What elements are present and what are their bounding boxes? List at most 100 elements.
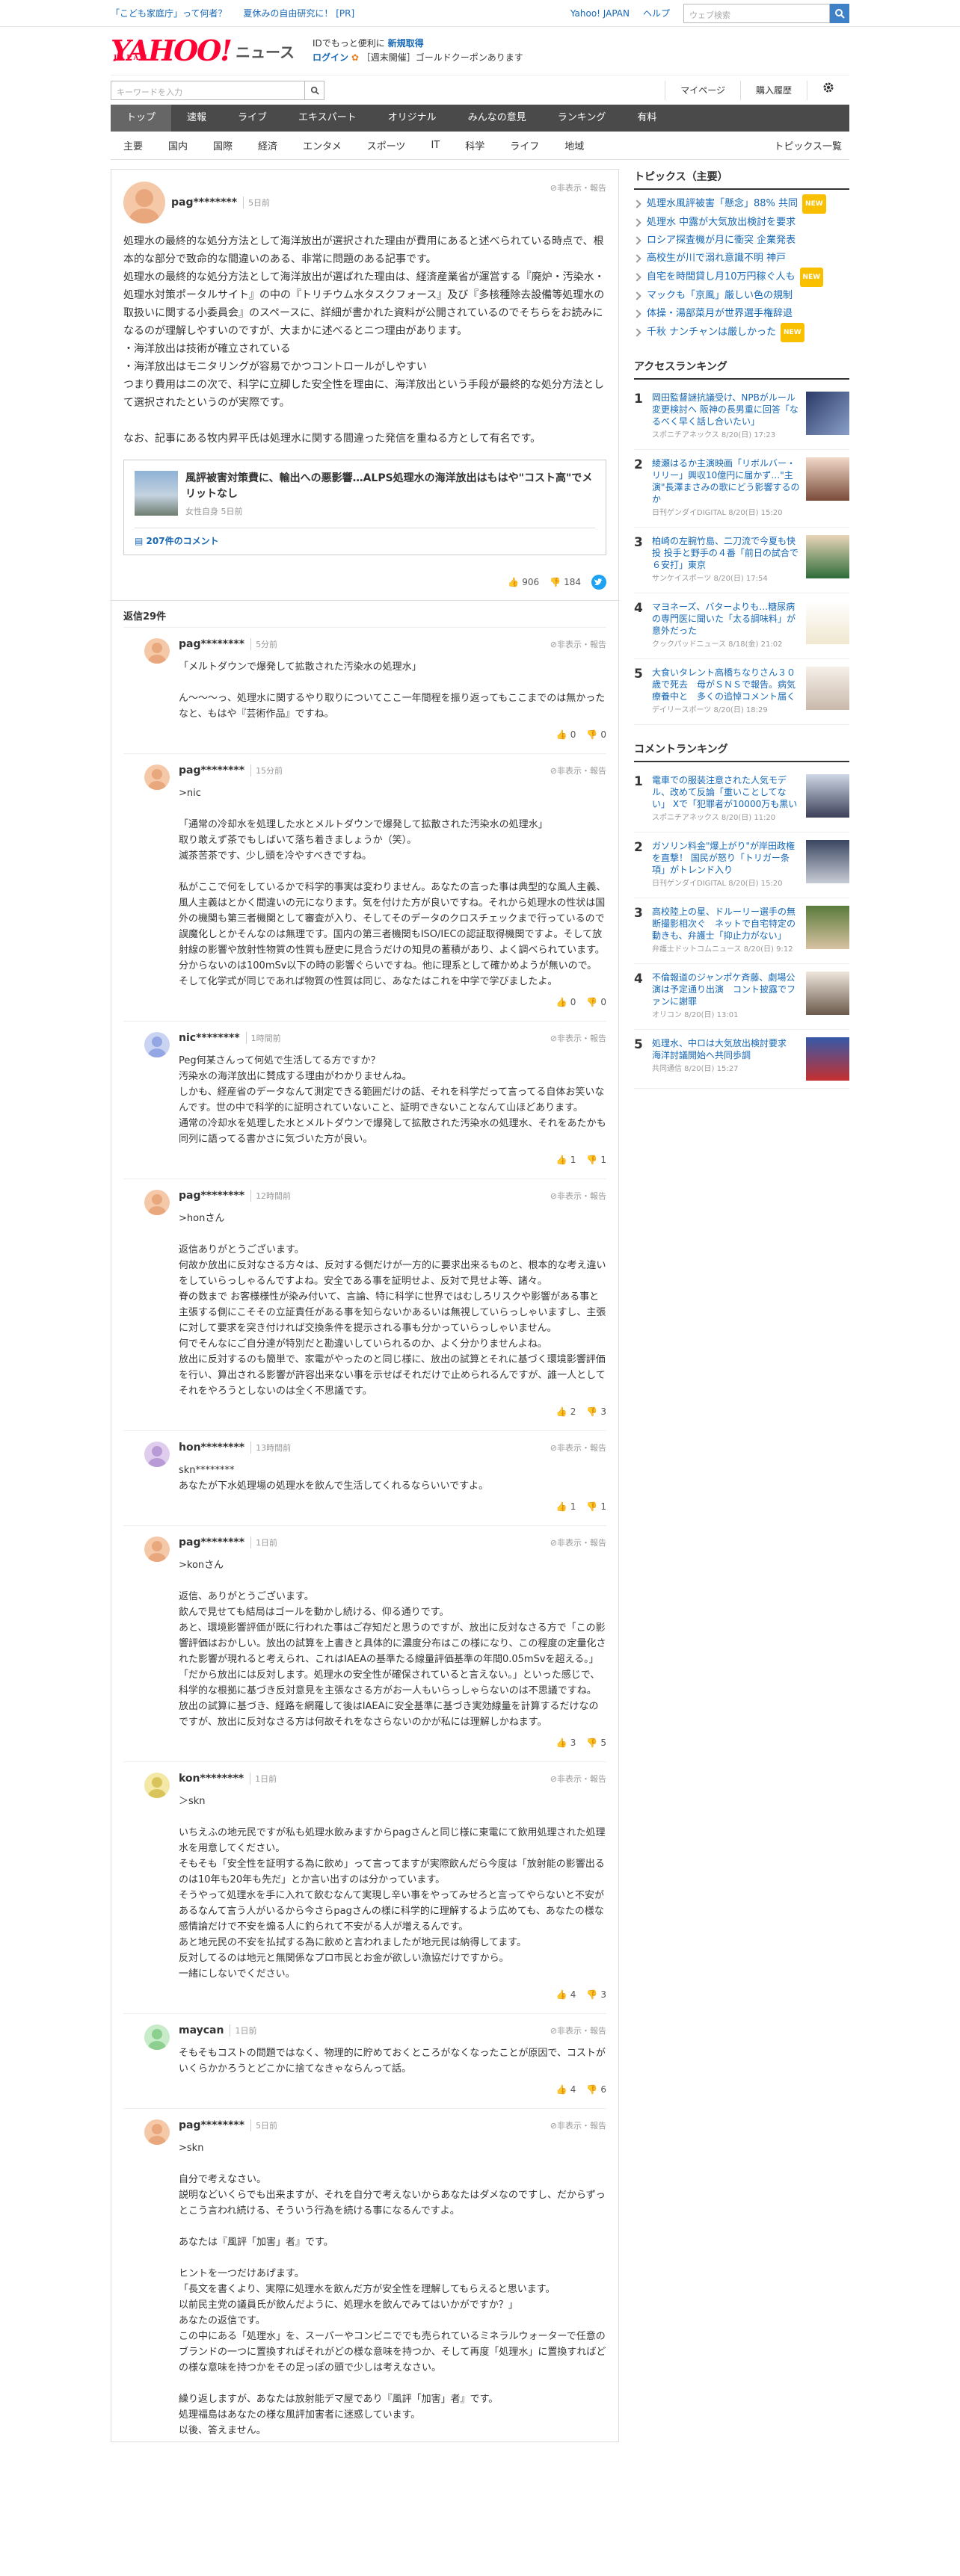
yahoo-logo[interactable]: YAHOO! JAPAN	[111, 37, 233, 65]
cat-science[interactable]: 科学	[452, 138, 497, 152]
web-search-input[interactable]: ウェブ検索	[683, 3, 830, 23]
dislike-button[interactable]: 👎 5	[586, 1738, 606, 1748]
report-link[interactable]: ⊘非表示・報告	[550, 182, 606, 194]
reply-user[interactable]: nic********	[179, 1032, 240, 1044]
nav-original[interactable]: オリジナル	[372, 105, 452, 132]
cat-entertainment[interactable]: エンタメ	[290, 138, 354, 152]
topic-item[interactable]: 自宅を時間貸し月10万円稼ぐ人も NEW	[634, 268, 849, 287]
cat-it[interactable]: IT	[418, 140, 452, 151]
topic-item[interactable]: 体操・湯部菜月が世界選手権辞退	[634, 305, 849, 323]
avatar[interactable]	[144, 638, 170, 664]
reply-user[interactable]: maycan	[179, 2024, 224, 2036]
like-button[interactable]: 👍 4	[556, 2084, 576, 2095]
nav-live[interactable]: ライブ	[222, 105, 283, 132]
like-button[interactable]: 👍 906	[508, 577, 539, 587]
like-button[interactable]: 👍 4	[556, 1989, 576, 2000]
dislike-button[interactable]: 👎 1	[586, 1501, 606, 1512]
topic-item[interactable]: 高校生が川で溺れ意識不明 神戸	[634, 250, 849, 268]
cat-main[interactable]: 主要	[111, 138, 156, 152]
report-link[interactable]: ⊘非表示・報告	[550, 2024, 606, 2036]
promo-link-2[interactable]: 夏休みの自由研究に！ [PR]	[243, 7, 354, 19]
like-button[interactable]: 👍 0	[556, 997, 576, 1007]
dislike-button[interactable]: 👎 6	[586, 2084, 606, 2095]
avatar[interactable]	[144, 2024, 170, 2050]
comment-user[interactable]: pag********	[171, 197, 237, 209]
reply-user[interactable]: kon********	[179, 1773, 244, 1785]
keyword-input[interactable]: キーワードを入力	[111, 80, 305, 100]
avatar[interactable]	[144, 1032, 170, 1057]
like-button[interactable]: 👍 3	[556, 1738, 576, 1748]
topic-item[interactable]: ロシア探査機が月に衝突 企業発表	[634, 232, 849, 250]
avatar[interactable]	[144, 2119, 170, 2145]
like-button[interactable]: 👍 0	[556, 729, 576, 740]
avatar[interactable]	[144, 1536, 170, 1562]
reply-user[interactable]: pag********	[179, 2119, 244, 2131]
reply-user[interactable]: pag********	[179, 1190, 244, 1202]
avatar[interactable]	[123, 182, 165, 223]
promo-link-1[interactable]: 「こども家庭庁」って何者？	[111, 7, 227, 19]
nav-expert[interactable]: エキスパート	[283, 105, 372, 132]
ranking-item[interactable]: 2 ガソリン料金"爆上がり"が岸田政権を直撃！ 国民が怒り「トリガー条項」がトレン…	[634, 833, 849, 898]
mypage-link[interactable]: マイページ	[665, 80, 740, 100]
ranking-item[interactable]: 4 不倫報道のジャンポケ斉藤、劇場公演は予定通り出演 コント披露でファンに謝罪 オリ…	[634, 964, 849, 1030]
report-link[interactable]: ⊘非表示・報告	[550, 1536, 606, 1548]
dislike-button[interactable]: 👎 3	[586, 1406, 606, 1417]
twitter-share-button[interactable]	[591, 575, 606, 590]
ranking-item[interactable]: 2 綾瀬はるか主演映画「リボルバー・リリー」興収10億円に届かず…"主演"長澤まさ…	[634, 450, 849, 528]
report-link[interactable]: ⊘非表示・報告	[550, 1032, 606, 1044]
nav-opinions[interactable]: みんなの意見	[452, 105, 542, 132]
avatar[interactable]	[144, 765, 170, 790]
cat-local[interactable]: 地域	[552, 138, 597, 152]
topic-item[interactable]: 処理水 中露が大気放出検討を要求	[634, 214, 849, 232]
ranking-item[interactable]: 5 処理水、中ロは大気放出検討要求 海洋討議開始へ共同歩調 共同通信 8/20(日)…	[634, 1030, 849, 1089]
cat-world[interactable]: 国際	[200, 138, 245, 152]
nav-paid[interactable]: 有料	[621, 105, 672, 132]
topic-item[interactable]: 千秋 ナンチャンは厳しかった NEW	[634, 323, 849, 342]
dislike-button[interactable]: 👎 3	[586, 1989, 606, 2000]
article-comment-count[interactable]: ▤ 207件のコメント	[135, 528, 595, 547]
cat-sports[interactable]: スポーツ	[354, 138, 419, 152]
avatar[interactable]	[144, 1190, 170, 1215]
like-button[interactable]: 👍 1	[556, 1155, 576, 1165]
ranking-item[interactable]: 3 柏崎の左腕竹島、二刀流で今夏も快投 投手と野手の４番「前日の試合で６安打」東京…	[634, 528, 849, 593]
help-link[interactable]: ヘルプ	[643, 7, 670, 19]
cat-economy[interactable]: 経済	[245, 138, 290, 152]
ranking-item[interactable]: 1 電車での服装注意された人気モデル、改めて反論「重いことしてない」 Xで「犯罪者…	[634, 767, 849, 833]
nav-ranking[interactable]: ランキング	[542, 105, 622, 132]
dislike-button[interactable]: 👎 0	[586, 729, 606, 740]
reply-user[interactable]: pag********	[179, 765, 244, 776]
reply-user[interactable]: pag********	[179, 1536, 244, 1548]
reply-user[interactable]: hon********	[179, 1442, 244, 1454]
avatar[interactable]	[144, 1442, 170, 1467]
ranking-item[interactable]: 4 マヨネーズ、バターよりも…糖尿病の専門医に聞いた「太る調味料」が意外だった クッ…	[634, 593, 849, 659]
reply-user[interactable]: pag********	[179, 638, 244, 650]
cat-domestic[interactable]: 国内	[156, 138, 200, 152]
article-card[interactable]: 風評被害対策費に、輸出への悪影響…ALPS処理水の海洋放出はもはや"コスト高"で…	[123, 460, 606, 555]
report-link[interactable]: ⊘非表示・報告	[550, 638, 606, 650]
report-link[interactable]: ⊘非表示・報告	[550, 2119, 606, 2131]
dislike-button[interactable]: 👎 0	[586, 997, 606, 1007]
like-button[interactable]: 👍 1	[556, 1501, 576, 1512]
topics-list-link[interactable]: トピックス一覧	[761, 138, 849, 152]
keyword-search-button[interactable]	[305, 80, 324, 100]
dislike-button[interactable]: 👎 1	[586, 1155, 606, 1165]
nav-top[interactable]: トップ	[111, 105, 172, 132]
avatar[interactable]	[144, 1773, 170, 1798]
topic-item[interactable]: 処理水風評被害「懸念」88% 共同 NEW	[634, 194, 849, 214]
web-search-button[interactable]	[830, 3, 849, 23]
topic-item[interactable]: マックも「京風」厳しい色の規制	[634, 287, 849, 305]
ranking-item[interactable]: 3 高校陸上の星、ドルーリー選手の無断撮影相次ぐ ネットで自宅特定の動きも、弁護士…	[634, 898, 849, 964]
report-link[interactable]: ⊘非表示・報告	[550, 1442, 606, 1454]
ranking-item[interactable]: 1 岡田監督謎抗議受け、NPBがルール変更検討へ 阪神の長男重に回答「なるべく早く…	[634, 384, 849, 450]
ranking-item[interactable]: 5 大食いタレント高橋ちなりさん３０歳で死去 母がＳＮＳで報告。病気療養中と 多く…	[634, 659, 849, 725]
cat-life[interactable]: ライフ	[497, 138, 552, 152]
login-link[interactable]: ログイン	[313, 52, 348, 63]
article-title[interactable]: 風評被害対策費に、輸出への悪影響…ALPS処理水の海洋放出はもはや"コスト高"で…	[185, 471, 595, 502]
nav-flash[interactable]: 速報	[171, 105, 222, 132]
report-link[interactable]: ⊘非表示・報告	[550, 1190, 606, 1202]
dislike-button[interactable]: 👎 184	[550, 577, 581, 587]
settings-button[interactable]	[807, 80, 849, 100]
report-link[interactable]: ⊘非表示・報告	[550, 1773, 606, 1785]
purchase-history-link[interactable]: 購入履歴	[739, 80, 807, 100]
like-button[interactable]: 👍 2	[556, 1406, 576, 1417]
